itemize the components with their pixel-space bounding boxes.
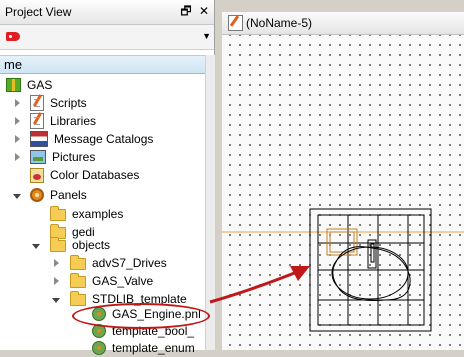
- annotation-overlay: [209, 208, 464, 332]
- drag-arrow-line: [209, 268, 303, 304]
- panel-drop-preview[interactable]: [309, 208, 432, 332]
- highlight-ellipse: [72, 303, 210, 329]
